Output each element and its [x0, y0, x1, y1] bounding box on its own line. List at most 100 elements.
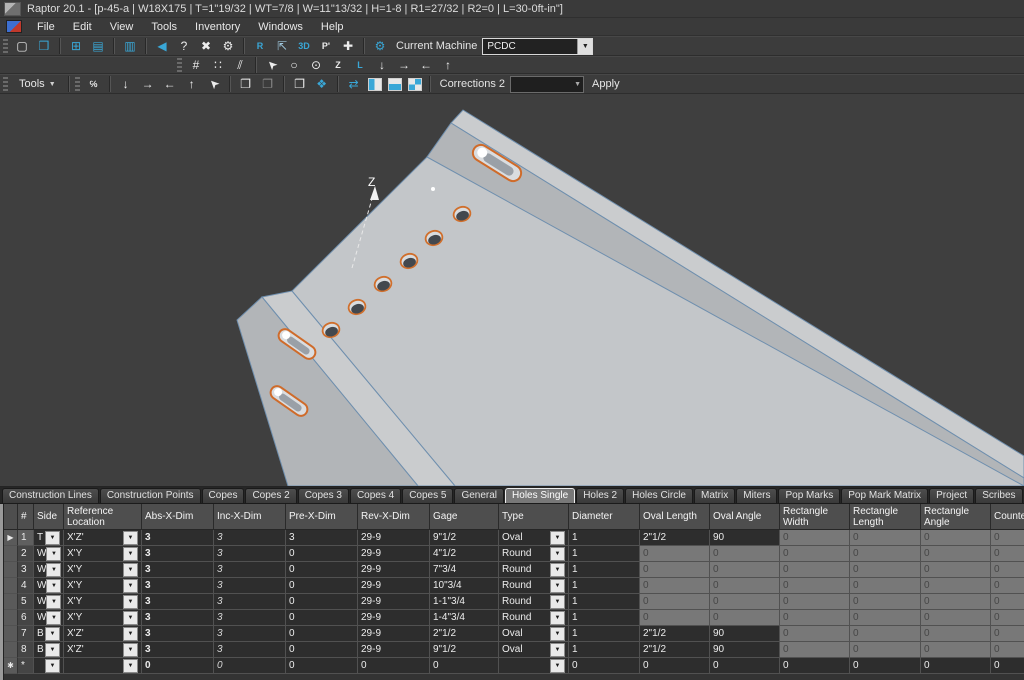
cell-rev-x-dim[interactable]: 29-9: [358, 594, 430, 610]
cell-side[interactable]: B▼: [34, 626, 64, 642]
menu-item-inventory[interactable]: Inventory: [186, 19, 249, 35]
cell-side[interactable]: W▼: [34, 594, 64, 610]
cell-reference-location[interactable]: X'Y▼: [64, 610, 142, 626]
cell-reference-location[interactable]: X'Z'▼: [64, 626, 142, 642]
cell-diameter[interactable]: 1: [569, 610, 640, 626]
copy-icon[interactable]: ❐: [235, 75, 257, 93]
cell-number[interactable]: 1: [18, 530, 34, 546]
chevron-down-icon[interactable]: ▼: [45, 643, 60, 657]
cell-side[interactable]: W▼: [34, 578, 64, 594]
column-header-type[interactable]: Type: [499, 504, 569, 530]
open-folder-icon[interactable]: ❒: [33, 37, 55, 55]
cell-side[interactable]: T▼: [34, 530, 64, 546]
cell-rev-x-dim[interactable]: 29-9: [358, 546, 430, 562]
menu-item-view[interactable]: View: [101, 19, 143, 35]
cell-side[interactable]: W▼: [34, 610, 64, 626]
cell-abs-x-dim[interactable]: 3: [142, 642, 214, 658]
cell-pre-x-dim[interactable]: 3: [286, 530, 358, 546]
cell-gage[interactable]: 10"3/4: [430, 578, 499, 594]
cell-abs-x-dim[interactable]: 0: [142, 658, 214, 674]
slope-lines-icon[interactable]: ⫽: [229, 56, 251, 74]
cell-gage[interactable]: 1-4"3/4: [430, 610, 499, 626]
code-icon[interactable]: ℅: [83, 75, 105, 93]
chevron-down-icon[interactable]: ▼: [46, 563, 61, 577]
cell-number[interactable]: 8: [18, 642, 34, 658]
cell-pre-x-dim[interactable]: 0: [286, 578, 358, 594]
help-icon[interactable]: ?: [173, 37, 195, 55]
transform-icon[interactable]: ✚: [337, 37, 359, 55]
cell-type[interactable]: Round▼: [499, 594, 569, 610]
cell-type[interactable]: Round▼: [499, 546, 569, 562]
chevron-down-icon[interactable]: ▼: [123, 579, 138, 593]
cell-inc-x-dim[interactable]: 3: [214, 546, 286, 562]
cell-counter[interactable]: 0: [991, 658, 1024, 674]
tab-copes-5[interactable]: Copes 5: [402, 488, 453, 503]
cell-reference-location[interactable]: X'Y▼: [64, 562, 142, 578]
cell-rev-x-dim[interactable]: 29-9: [358, 578, 430, 594]
circle-icon[interactable]: ○: [283, 56, 305, 74]
column-header-abs[interactable]: Abs-X-Dim: [142, 504, 214, 530]
cell-inc-x-dim[interactable]: 0: [214, 658, 286, 674]
cell-diameter[interactable]: 1: [569, 530, 640, 546]
chevron-down-icon[interactable]: ▼: [577, 39, 592, 54]
row-selector[interactable]: ✱: [4, 658, 18, 674]
chevron-down-icon[interactable]: ▼: [46, 547, 61, 561]
move-left-icon[interactable]: ←: [159, 75, 181, 93]
cell-rev-x-dim[interactable]: 29-9: [358, 562, 430, 578]
tab-holes-single[interactable]: Holes Single: [505, 488, 575, 503]
chevron-down-icon[interactable]: ▼: [123, 659, 138, 673]
cell-gage[interactable]: 2"1/2: [430, 626, 499, 642]
menu-item-tools[interactable]: Tools: [142, 19, 186, 35]
menu-item-windows[interactable]: Windows: [249, 19, 312, 35]
cell-number[interactable]: 5: [18, 594, 34, 610]
tab-copes[interactable]: Copes: [202, 488, 245, 503]
cell-abs-x-dim[interactable]: 3: [142, 594, 214, 610]
cell-diameter[interactable]: 1: [569, 578, 640, 594]
cell-reference-location[interactable]: ▼: [64, 658, 142, 674]
copy-disabled-icon[interactable]: ❐: [257, 75, 279, 93]
cell-diameter[interactable]: 1: [569, 562, 640, 578]
move-up-icon[interactable]: ↑: [181, 75, 203, 93]
row-selector[interactable]: [4, 610, 18, 626]
tab-holes-2[interactable]: Holes 2: [576, 488, 624, 503]
column-header-olen[interactable]: Oval Length: [640, 504, 710, 530]
cell-inc-x-dim[interactable]: 3: [214, 530, 286, 546]
cell-reference-location[interactable]: X'Y▼: [64, 546, 142, 562]
cell-diameter[interactable]: 1: [569, 626, 640, 642]
cell-gage[interactable]: 4"1/2: [430, 546, 499, 562]
tab-pop-mark-matrix[interactable]: Pop Mark Matrix: [841, 488, 928, 503]
menu-item-edit[interactable]: Edit: [64, 19, 101, 35]
cell-reference-location[interactable]: X'Z'▼: [64, 530, 142, 546]
cell-abs-x-dim[interactable]: 3: [142, 578, 214, 594]
column-header-side[interactable]: Side: [34, 504, 64, 530]
move-down-icon[interactable]: ↓: [115, 75, 137, 93]
cell-abs-x-dim[interactable]: 3: [142, 530, 214, 546]
cell-inc-x-dim[interactable]: 3: [214, 594, 286, 610]
chevron-down-icon[interactable]: ▼: [123, 611, 138, 625]
menu-item-file[interactable]: File: [28, 19, 64, 35]
chevron-down-icon[interactable]: ▼: [45, 659, 60, 673]
column-header-pre[interactable]: Pre-X-Dim: [286, 504, 358, 530]
cell-pre-x-dim[interactable]: 0: [286, 642, 358, 658]
grid-icon[interactable]: #: [185, 56, 207, 74]
save-icon[interactable]: ▥: [119, 37, 141, 55]
cell-side[interactable]: W▼: [34, 546, 64, 562]
cell-number[interactable]: 2: [18, 546, 34, 562]
cell-rev-x-dim[interactable]: 29-9: [358, 610, 430, 626]
cell-side[interactable]: W▼: [34, 562, 64, 578]
cell-oval-length[interactable]: 2"1/2: [640, 626, 710, 642]
cell-reference-location[interactable]: X'Z'▼: [64, 642, 142, 658]
split-view-top-icon[interactable]: [388, 78, 402, 91]
cell-inc-x-dim[interactable]: 3: [214, 610, 286, 626]
tab-pop-marks[interactable]: Pop Marks: [778, 488, 840, 503]
folder-icon[interactable]: ▤: [87, 37, 109, 55]
cell-oval-angle[interactable]: 90: [710, 530, 780, 546]
row-selector[interactable]: [4, 562, 18, 578]
tab-copes-3[interactable]: Copes 3: [298, 488, 349, 503]
tab-matrix[interactable]: Matrix: [694, 488, 735, 503]
column-header-ref[interactable]: Reference Location: [64, 504, 142, 530]
chevron-down-icon[interactable]: ▼: [46, 595, 61, 609]
tools-dropdown-button[interactable]: Tools ▼: [11, 76, 64, 92]
column-header-inc[interactable]: Inc-X-Dim: [214, 504, 286, 530]
chevron-down-icon[interactable]: ▼: [550, 563, 565, 577]
